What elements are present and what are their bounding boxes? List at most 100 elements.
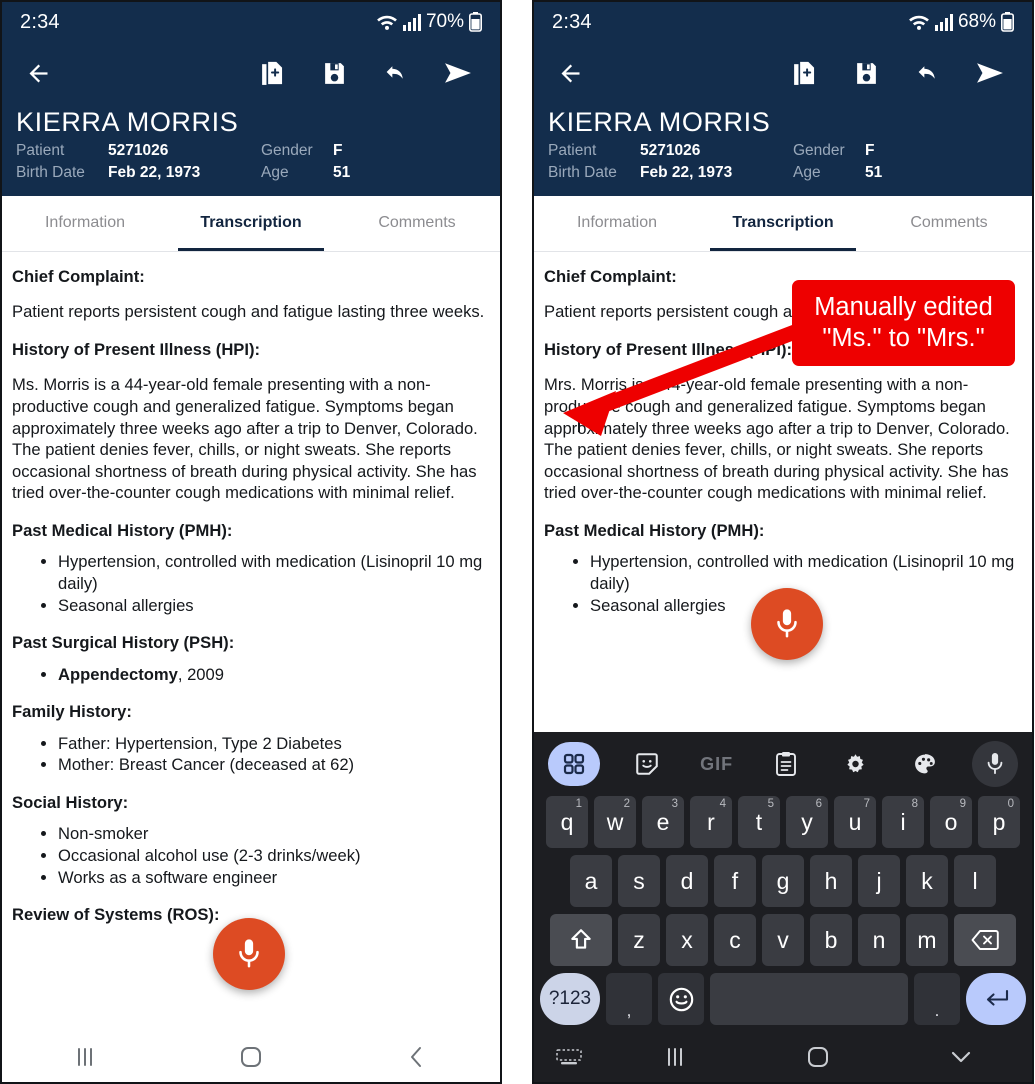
home-icon[interactable] xyxy=(168,1045,334,1069)
list-social-history: Non-smoker Occasional alcohol use (2-3 d… xyxy=(12,823,490,888)
symbols-key[interactable]: ?123 xyxy=(540,973,600,1025)
back-arrow-icon[interactable] xyxy=(16,51,60,95)
back-arrow-icon[interactable] xyxy=(548,51,592,95)
psh-procedure: Appendectomy xyxy=(58,664,178,684)
key-s[interactable]: s xyxy=(618,855,660,907)
add-document-icon[interactable] xyxy=(782,51,826,95)
key-w[interactable]: 2w xyxy=(594,796,636,848)
section-heading-pmh: Past Medical History (PMH): xyxy=(12,520,233,540)
key-u[interactable]: 7u xyxy=(834,796,876,848)
list-family-history: Father: Hypertension, Type 2 Diabetes Mo… xyxy=(12,733,490,776)
key-number: 1 xyxy=(575,798,582,810)
list-item: Hypertension, controlled with medication… xyxy=(590,551,1022,594)
recents-icon[interactable] xyxy=(2,1046,168,1068)
back-chevron-icon[interactable] xyxy=(334,1045,500,1069)
section-heading-pmh: Past Medical History (PMH): xyxy=(544,520,765,540)
section-heading-psh: Past Surgical History (PSH): xyxy=(12,633,235,653)
tab-bar: Information Transcription Comments xyxy=(2,195,500,252)
key-number: 9 xyxy=(959,798,966,810)
key-t[interactable]: 5t xyxy=(738,796,780,848)
key-e[interactable]: 3e xyxy=(642,796,684,848)
birth-date-value: Feb 22, 1973 xyxy=(108,163,201,181)
tab-comments[interactable]: Comments xyxy=(334,196,500,251)
key-z[interactable]: z xyxy=(618,914,660,966)
chevron-down-icon[interactable] xyxy=(889,1047,1032,1067)
list-item: Occasional alcohol use (2-3 drinks/week) xyxy=(58,845,490,867)
patient-header: KIERRA MORRIS Patient 5271026 Gender F B… xyxy=(2,104,500,196)
key-d[interactable]: d xyxy=(666,855,708,907)
key-n[interactable]: n xyxy=(858,914,900,966)
key-b[interactable]: b xyxy=(810,914,852,966)
keyboard-row-1: 1q 2w 3e 4r 5t 6y 7u 8i 9o 0p xyxy=(534,796,1032,855)
section-heading-social-history: Social History: xyxy=(12,792,129,812)
shift-icon[interactable] xyxy=(550,914,612,966)
backspace-icon[interactable] xyxy=(954,914,1016,966)
save-icon[interactable] xyxy=(844,51,888,95)
microphone-fab-button[interactable] xyxy=(213,918,285,990)
microphone-icon[interactable] xyxy=(971,741,1018,787)
tab-transcription[interactable]: Transcription xyxy=(700,196,866,251)
emoji-smiley-icon[interactable] xyxy=(658,973,704,1025)
key-i[interactable]: 8i xyxy=(882,796,924,848)
keyboard-icon[interactable] xyxy=(534,1048,604,1066)
patient-id-value: 5271026 xyxy=(640,141,701,159)
birth-date-label: Birth Date xyxy=(548,163,617,181)
section-heading-hpi: History of Present Illness (HPI): xyxy=(12,339,261,359)
key-c[interactable]: c xyxy=(714,914,756,966)
key-a[interactable]: a xyxy=(570,855,612,907)
age-label: Age xyxy=(261,163,289,181)
apps-grid-icon[interactable] xyxy=(548,742,600,786)
gender-label: Gender xyxy=(261,141,313,159)
gif-icon[interactable]: GIF xyxy=(695,742,739,786)
list-pmh: Hypertension, controlled with medication… xyxy=(12,551,490,616)
send-icon[interactable] xyxy=(968,51,1012,95)
add-document-icon[interactable] xyxy=(250,51,294,95)
key-j[interactable]: j xyxy=(858,855,900,907)
section-heading-family-history: Family History: xyxy=(12,702,132,722)
key-y[interactable]: 6y xyxy=(786,796,828,848)
save-icon[interactable] xyxy=(312,51,356,95)
settings-gear-icon[interactable] xyxy=(833,742,877,786)
patient-name: KIERRA MORRIS xyxy=(16,107,239,137)
key-r[interactable]: 4r xyxy=(690,796,732,848)
transcription-document[interactable]: Chief Complaint: Patient reports persist… xyxy=(2,252,500,936)
status-bar: 2:34 68% xyxy=(534,2,1032,42)
key-f[interactable]: f xyxy=(714,855,756,907)
key-q[interactable]: 1q xyxy=(546,796,588,848)
key-label: u xyxy=(848,808,862,835)
key-o[interactable]: 9o xyxy=(930,796,972,848)
space-key[interactable] xyxy=(710,973,908,1025)
right-phone-screen: 2:34 68% KIERRA MORRIS Patient 5271026 G… xyxy=(532,0,1034,1084)
key-v[interactable]: v xyxy=(762,914,804,966)
comparison-screenshot: 2:34 70% KIERRA MORRIS Patient 5271026 G… xyxy=(0,0,1035,1084)
microphone-fab-button[interactable] xyxy=(751,588,823,660)
key-x[interactable]: x xyxy=(666,914,708,966)
undo-icon[interactable] xyxy=(374,51,418,95)
key-period[interactable]: . xyxy=(914,973,960,1025)
tab-information[interactable]: Information xyxy=(2,196,168,251)
clipboard-icon[interactable] xyxy=(764,742,808,786)
recents-icon[interactable] xyxy=(604,1046,747,1068)
home-icon[interactable] xyxy=(747,1045,890,1069)
key-g[interactable]: g xyxy=(762,855,804,907)
tab-transcription[interactable]: Transcription xyxy=(168,196,334,251)
palette-icon[interactable] xyxy=(903,742,947,786)
key-number: 2 xyxy=(623,798,630,810)
key-p[interactable]: 0p xyxy=(978,796,1020,848)
key-comma[interactable]: , xyxy=(606,973,652,1025)
sticker-icon[interactable] xyxy=(625,742,669,786)
key-h[interactable]: h xyxy=(810,855,852,907)
keyboard-row-2: a s d f g h j k l xyxy=(534,855,1032,914)
key-k[interactable]: k xyxy=(906,855,948,907)
key-label: y xyxy=(801,808,813,835)
tab-comments[interactable]: Comments xyxy=(866,196,1032,251)
key-l[interactable]: l xyxy=(954,855,996,907)
gif-label: GIF xyxy=(700,753,734,774)
send-icon[interactable] xyxy=(436,51,480,95)
key-m[interactable]: m xyxy=(906,914,948,966)
gender-value: F xyxy=(333,141,343,159)
undo-icon[interactable] xyxy=(906,51,950,95)
enter-return-icon[interactable] xyxy=(966,973,1026,1025)
text-cursor-caret xyxy=(578,413,580,432)
tab-information[interactable]: Information xyxy=(534,196,700,251)
